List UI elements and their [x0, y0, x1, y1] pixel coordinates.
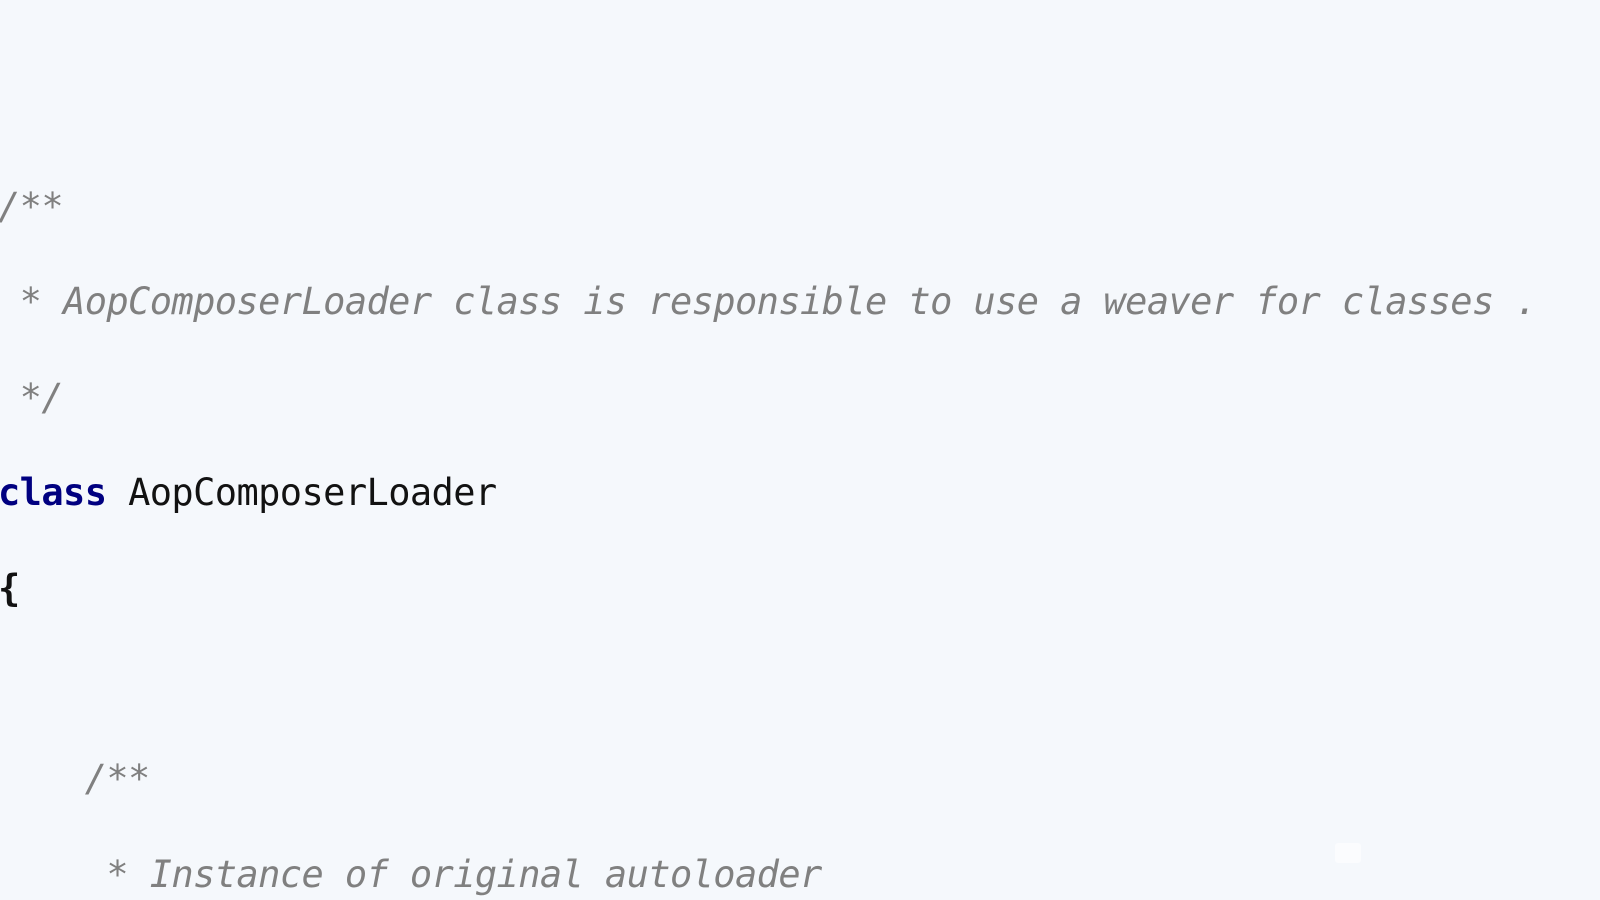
code-line: { — [0, 565, 1600, 613]
code-token-comment: */ — [0, 375, 64, 419]
code-token-classname: AopComposerLoader — [128, 471, 497, 515]
source-code-block[interactable]: /** * AopComposerLoader class is respons… — [0, 183, 1600, 900]
code-token-keyword: class — [0, 471, 107, 515]
code-line: /** — [0, 183, 1600, 231]
code-token-comment: /** — [0, 185, 64, 228]
code-token-comment: * Instance of original autoloader — [0, 852, 822, 896]
code-editor-viewport[interactable]: /** * AopComposerLoader class is respons… — [0, 0, 1600, 900]
code-token-comment: * AopComposerLoader class is responsible… — [0, 280, 1538, 324]
code-line: */ — [0, 374, 1600, 422]
code-line: class AopComposerLoader — [0, 469, 1600, 517]
code-token-comment: /** — [0, 757, 151, 801]
code-line: * AopComposerLoader class is responsible… — [0, 278, 1600, 326]
code-line: /** — [0, 755, 1600, 803]
code-line: * Instance of original autoloader — [0, 851, 1600, 899]
code-token-punct: { — [0, 566, 20, 610]
